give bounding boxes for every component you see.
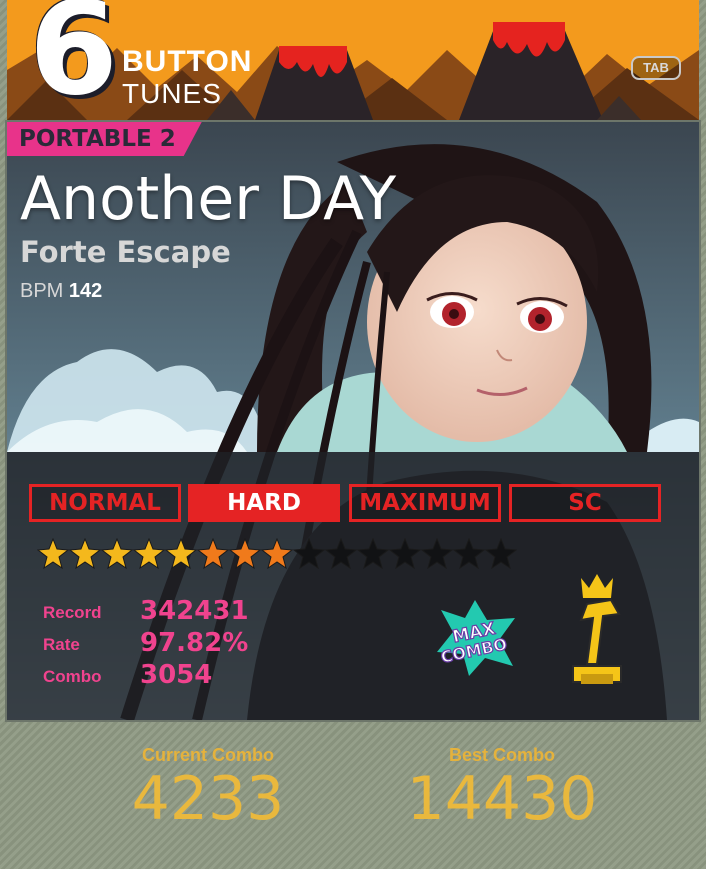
star-icon xyxy=(69,538,101,570)
star-icon xyxy=(293,538,325,570)
logo-word-button: BUTTON xyxy=(122,45,253,78)
star-icon xyxy=(485,538,517,570)
song-artist: Forte Escape xyxy=(20,235,231,269)
star-icon xyxy=(357,538,389,570)
difficulty-normal-button[interactable]: NORMAL xyxy=(29,484,181,522)
star-icon xyxy=(101,538,133,570)
best-combo-label: Best Combo xyxy=(448,745,555,765)
series-tag: PORTABLE 2 xyxy=(7,122,202,156)
difficulty-hard-button[interactable]: HARD xyxy=(188,484,340,522)
trophy-icon xyxy=(572,574,622,684)
star-icon xyxy=(197,538,229,570)
bpm-value: 142 xyxy=(68,280,103,302)
bpm-label: BPM xyxy=(20,280,64,302)
current-combo-label: Current Combo xyxy=(142,745,274,765)
max-combo-badge: MAX COMBO xyxy=(437,600,515,676)
record-label: Record xyxy=(43,603,102,622)
song-title: Another DAY xyxy=(20,164,397,234)
difficulty-sc-button[interactable]: SC xyxy=(509,484,661,522)
star-icon xyxy=(389,538,421,570)
current-combo-value: 4233 xyxy=(131,764,285,834)
song-panel: PORTABLE 2 Another DAY Forte Escape BPM … xyxy=(7,122,699,720)
star-icon xyxy=(165,538,197,570)
logo-number: 6 xyxy=(29,0,119,120)
combo-value: 3054 xyxy=(140,660,213,690)
star-icon xyxy=(421,538,453,570)
best-combo-value: 14430 xyxy=(406,764,598,834)
header-banner: 6 BUTTON TUNES TAB xyxy=(7,0,699,120)
bpm-display: BPM 142 xyxy=(20,278,102,304)
rate-value: 97.82% xyxy=(140,628,249,658)
difficulty-maximum-button[interactable]: MAXIMUM xyxy=(349,484,501,522)
combo-label: Combo xyxy=(43,667,102,686)
star-icon xyxy=(229,538,261,570)
star-icon xyxy=(133,538,165,570)
tab-button[interactable]: TAB xyxy=(631,56,681,80)
star-icon xyxy=(261,538,293,570)
star-icon xyxy=(325,538,357,570)
star-icon xyxy=(37,538,69,570)
record-value: 342431 xyxy=(140,596,249,626)
rate-label: Rate xyxy=(43,635,80,654)
star-icon xyxy=(453,538,485,570)
logo-word-tunes: TUNES xyxy=(122,78,222,109)
